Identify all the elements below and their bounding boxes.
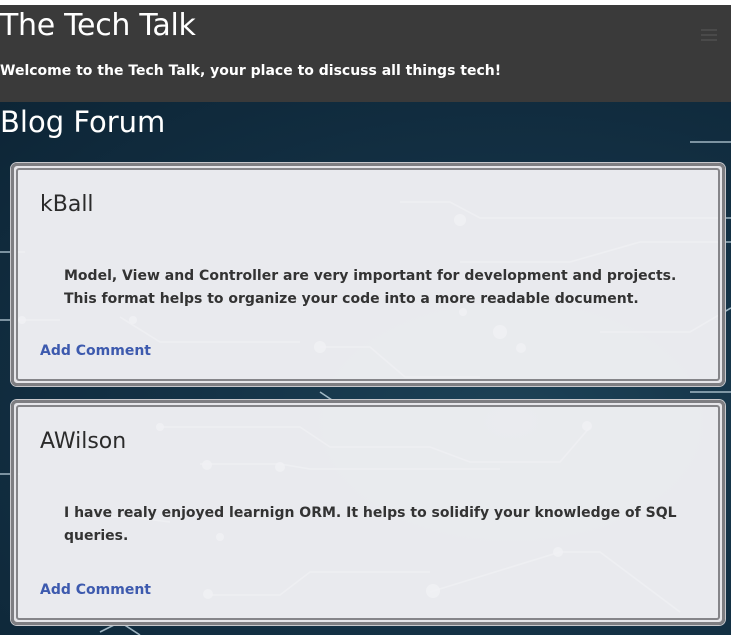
add-comment-link[interactable]: Add Comment (40, 580, 151, 600)
post-author: AWilson (40, 429, 127, 454)
post-body: I have realy enjoyed learnign ORM. It he… (64, 505, 677, 544)
hamburger-menu-icon[interactable] (701, 29, 717, 41)
site-header: The Tech Talk Welcome to the Tech Talk, … (0, 5, 731, 102)
page: The Tech Talk Welcome to the Tech Talk, … (0, 0, 731, 635)
post-card: AWilson I have realy enjoyed learnign OR… (11, 400, 725, 625)
post-author: kBall (40, 192, 94, 217)
forum-title: Blog Forum (0, 105, 166, 139)
site-tagline: Welcome to the Tech Talk, your place to … (0, 63, 502, 79)
site-title: The Tech Talk (0, 8, 196, 43)
post-card: kBall Model, View and Controller are ver… (11, 163, 725, 386)
post-body: Model, View and Controller are very impo… (64, 268, 677, 307)
forum-section: Blog Forum kBall Model, View and Control… (0, 102, 731, 635)
add-comment-link[interactable]: Add Comment (40, 341, 151, 361)
